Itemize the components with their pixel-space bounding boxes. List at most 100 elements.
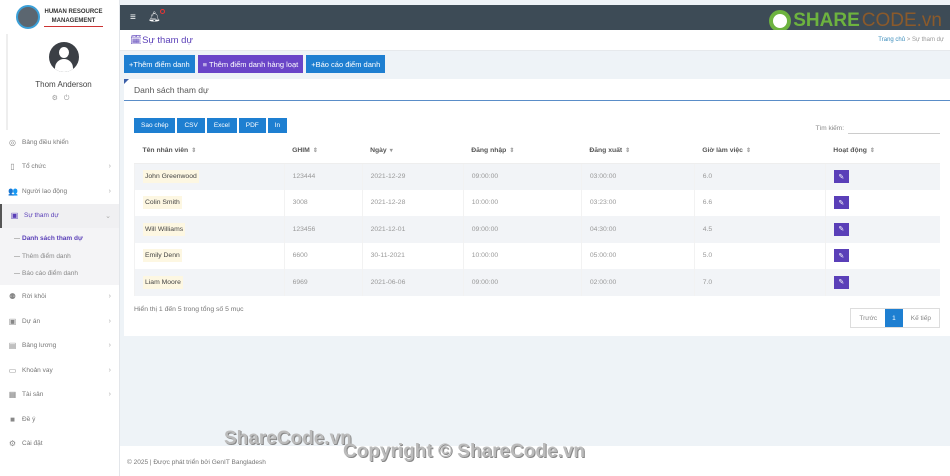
submenu-item[interactable]: Báo cáo điểm danh	[0, 265, 119, 283]
add-attendance-button[interactable]: +Thêm điểm danh	[124, 55, 195, 73]
sidebar-item-label: Bảng lương	[22, 342, 57, 350]
sharecode-logo: SHARE CODE.vn	[769, 10, 942, 32]
sort-icon: ⇕	[312, 148, 318, 155]
column-header[interactable]: Giờ làm việc ⇕	[694, 139, 826, 164]
chevron-icon: ›	[108, 391, 111, 399]
table-cell: 04:30:00	[580, 216, 695, 243]
edit-icon: ✎	[838, 279, 845, 287]
edit-icon: ✎	[838, 173, 845, 181]
table-cell: 02:00:00	[580, 269, 695, 296]
column-header[interactable]: Đăng nhập ⇕	[463, 139, 582, 164]
table-cell: 2021-12-28	[361, 189, 464, 216]
edit-button[interactable]: ✎	[833, 196, 849, 210]
attendance-list-card: Danh sách tham dự Sao chép CSV Excel PDF…	[124, 79, 950, 336]
csv-button[interactable]: CSV	[177, 118, 205, 133]
sort-icon: ⇕	[869, 148, 875, 155]
user-name: Thom Anderson	[35, 80, 92, 89]
edit-button[interactable]: ✎	[833, 170, 849, 183]
notification-bell-icon[interactable]: 🔔︎	[148, 9, 165, 23]
sidebar-item[interactable]: ⚉ Rời khỏi ›	[0, 285, 119, 310]
bulk-add-attendance-button[interactable]: ≡ Thêm điểm danh hàng loạt	[197, 55, 304, 73]
table-cell: 09:00:00	[462, 216, 582, 243]
suggestion-icon: ■	[10, 414, 15, 424]
logo-line1: HUMAN RESOURCE	[44, 8, 103, 15]
app-logo[interactable]: HUMAN RESOURCE MANAGEMENT	[0, 0, 119, 34]
table-cell: 7.0	[693, 269, 826, 296]
column-header[interactable]: Ngày ▾	[362, 139, 464, 164]
logo-line2: MANAGEMENT	[51, 17, 96, 24]
menu-toggle-icon[interactable]: ≡	[130, 12, 136, 23]
sidebar-item[interactable]: ▭ Khoản vay ›	[0, 358, 119, 383]
sidebar-item[interactable]: ◎ Bảng điều khiển	[0, 130, 119, 155]
pdf-button[interactable]: PDF	[238, 118, 266, 133]
logo-icon	[16, 5, 41, 29]
edit-button[interactable]: ✎	[833, 222, 849, 236]
table-cell: 4.5	[693, 216, 826, 243]
column-header[interactable]: Hoạt động ⇕	[825, 139, 940, 164]
table-row: Liam Moore 6969 2021-06-06 09:00:00 02:00:00…	[134, 269, 940, 296]
excel-button[interactable]: Excel	[206, 118, 237, 133]
table-cell: 03:00:00	[580, 163, 695, 190]
sidebar-item-label: Dự án	[22, 317, 41, 325]
sort-icon: ⇕	[745, 148, 751, 155]
table-cell: 6.0	[693, 163, 826, 190]
sort-icon: ⇕	[625, 148, 631, 155]
sidebar-item[interactable]: ▣ Dự án ›	[0, 309, 119, 334]
submenu-item[interactable]: Danh sách tham dự	[0, 230, 119, 248]
chevron-icon: ›	[108, 342, 111, 350]
breadcrumb: Trang chủ > Sự tham dự	[878, 37, 944, 43]
chevron-icon: ›	[108, 163, 111, 171]
sidebar: HUMAN RESOURCE MANAGEMENT Thom Anderson ⚙…	[0, 0, 120, 476]
card-title: Danh sách tham dự	[124, 79, 950, 101]
breadcrumb-home[interactable]: Trang chủ	[878, 37, 905, 43]
employee-name: Will Williams	[143, 222, 186, 236]
next-page-button[interactable]: Kế tiếp	[903, 309, 939, 327]
sort-icon: ▾	[389, 148, 393, 155]
footer: © 2025 | Được phát triển bởi GenIT Bangl…	[120, 446, 950, 476]
briefcase-icon: ▣	[8, 316, 17, 326]
table-cell: 6.6	[693, 189, 826, 216]
employee-name: Emily Denn	[143, 249, 182, 263]
sidebar-item[interactable]: ⚙ Cài đặt	[0, 432, 119, 457]
sidebar-item[interactable]: 👥 Người lao động ›	[0, 179, 119, 204]
column-header[interactable]: Đăng xuất ⇕	[581, 139, 695, 164]
chevron-icon: ›	[108, 366, 111, 374]
table-info: Hiển thị 1 đến 5 trong tổng số 5 mục	[134, 306, 244, 313]
column-header[interactable]: GHIM ⇕	[284, 139, 363, 164]
sidebar-item[interactable]: ▣ Sự tham dự ⌄	[0, 203, 119, 228]
sort-icon: ⇕	[509, 148, 515, 155]
table-cell: 2021-06-06	[361, 269, 464, 296]
power-icon[interactable]: ⏻	[64, 95, 76, 102]
copy-button[interactable]: Sao chép	[134, 118, 176, 133]
dashboard-icon: ◎	[9, 137, 16, 147]
search-label: Tìm kiếm:	[815, 125, 844, 132]
table-cell: 123444	[283, 163, 363, 190]
search-input[interactable]	[848, 123, 940, 134]
sidebar-item-label: Sự tham dự	[24, 212, 59, 220]
money-icon: ▭	[8, 365, 17, 375]
sidebar-item[interactable]: ▤ Bảng lương ›	[0, 334, 119, 359]
chevron-icon: ›	[108, 187, 111, 195]
page-1-button[interactable]: 1	[885, 309, 903, 327]
user-leave-icon: ⚉	[8, 292, 17, 302]
print-button[interactable]: In	[267, 118, 288, 133]
submenu-item[interactable]: Thêm điểm danh	[0, 248, 119, 266]
sidebar-item[interactable]: ■ Đề ý	[0, 407, 119, 432]
prev-page-button[interactable]: Trước	[851, 309, 885, 327]
users-icon: 👥	[8, 186, 18, 196]
chevron-icon: ›	[108, 293, 111, 301]
sidebar-item-label: Đề ý	[22, 415, 36, 423]
payroll-icon: ▤	[8, 341, 17, 351]
sidebar-item-label: Tổ chức	[22, 163, 46, 171]
edit-button[interactable]: ✎	[833, 275, 849, 289]
column-header[interactable]: Tên nhân viên ⇕	[134, 139, 285, 164]
sidebar-item-label: Cài đặt	[22, 440, 43, 448]
attendance-report-button[interactable]: +Báo cáo điểm danh	[306, 55, 386, 73]
sidebar-item[interactable]: ▦ Tài sản ›	[0, 383, 119, 408]
settings-icon[interactable]: ⚙	[52, 95, 64, 102]
clipboard-icon: ▣	[10, 211, 19, 221]
breadcrumb-current: Sự tham dự	[911, 37, 944, 43]
edit-button[interactable]: ✎	[833, 249, 849, 263]
pagination: Trước 1 Kế tiếp	[850, 308, 940, 328]
sidebar-item[interactable]: ▯ Tổ chức ›	[0, 155, 119, 180]
